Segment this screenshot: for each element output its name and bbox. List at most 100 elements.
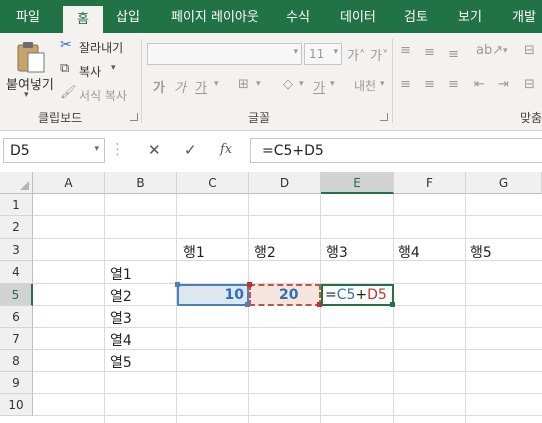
gridline xyxy=(33,238,542,239)
phonetic-icon[interactable]: 내천 xyxy=(354,77,376,94)
format-painter-label: 서식 복사 xyxy=(79,89,127,103)
row-header-4[interactable]: 4 xyxy=(0,261,33,284)
tab-developer[interactable]: 개발 xyxy=(512,0,536,33)
alignment-group-label: 맞춤 xyxy=(520,111,542,125)
row-header-9[interactable]: 9 xyxy=(0,372,33,394)
align-middle-icon[interactable]: ≡ xyxy=(424,45,435,60)
cell-d5: 20 xyxy=(279,287,299,303)
paste-button[interactable]: 붙여넣기 ▾ xyxy=(4,39,56,103)
fill-handle[interactable] xyxy=(390,302,395,307)
tab-view[interactable]: 보기 xyxy=(458,0,482,33)
formula-plus: + xyxy=(355,287,368,303)
tab-data[interactable]: 데이터 xyxy=(340,0,376,33)
row-header-6[interactable]: 6 xyxy=(0,306,33,328)
align-bottom-icon[interactable]: ≡ xyxy=(448,47,459,62)
increase-indent-icon[interactable]: ⇥ xyxy=(498,77,509,92)
brush-icon: 🖌 xyxy=(60,85,77,100)
column-header-f[interactable]: F xyxy=(394,172,466,194)
border-icon[interactable]: ⊞ xyxy=(238,77,249,92)
column-header-g[interactable]: G xyxy=(466,172,542,194)
cell-b5[interactable]: 열2 xyxy=(110,286,132,306)
insert-function-icon[interactable]: fx xyxy=(220,142,232,157)
ribbon-home: 붙여넣기 ▾ ✂ 잘라내기 ⧉ 복사 ▾ 🖌 서식 복사 클립보드 ▾ 11 ▾… xyxy=(0,33,542,131)
column-header-e[interactable]: E xyxy=(321,172,394,194)
tab-formulas[interactable]: 수식 xyxy=(286,0,310,33)
increase-font-icon[interactable]: 가˄ xyxy=(347,45,365,64)
tab-file[interactable]: 파일 xyxy=(16,0,40,33)
chevron-down-icon: ▾ xyxy=(330,79,335,89)
enter-icon[interactable]: ✓ xyxy=(184,141,197,159)
cell-f3[interactable]: 행4 xyxy=(398,242,420,262)
row-header-2[interactable]: 2 xyxy=(0,216,33,239)
fill-color-icon[interactable]: ◇ xyxy=(283,77,293,92)
row-header-5[interactable]: 5 xyxy=(0,284,33,306)
cell-d3[interactable]: 행2 xyxy=(254,242,276,262)
tab-insert[interactable]: 삽입 xyxy=(116,0,140,33)
worksheet-grid[interactable]: A B C D E F G 1 2 3 4 5 6 7 8 9 10 행1 행2… xyxy=(0,172,542,423)
cell-b4[interactable]: 열1 xyxy=(110,264,132,284)
name-box[interactable]: D5 ▾ xyxy=(3,138,105,163)
edit-cell-content[interactable]: =C5+D5 xyxy=(325,287,387,303)
row-header-3[interactable]: 3 xyxy=(0,239,33,261)
merge-icon[interactable]: ⊟ xyxy=(524,77,535,92)
cut-button[interactable]: ✂ 잘라내기 xyxy=(60,37,140,57)
resize-handle[interactable] xyxy=(247,282,252,287)
bold-icon[interactable]: 가 xyxy=(153,77,165,96)
decrease-font-icon[interactable]: 가˅ xyxy=(370,45,388,64)
row-header-10[interactable]: 10 xyxy=(0,394,33,416)
cell-b7[interactable]: 열4 xyxy=(110,330,132,350)
font-color-icon[interactable]: 가 xyxy=(313,77,325,96)
italic-icon[interactable]: 가 xyxy=(174,77,186,96)
copy-icon: ⧉ xyxy=(60,61,70,76)
chevron-down-icon: ▾ xyxy=(293,47,298,57)
tab-home[interactable]: 홈 xyxy=(63,6,103,33)
format-painter-button[interactable]: 🖌 서식 복사 xyxy=(60,85,140,105)
column-header-b[interactable]: B xyxy=(105,172,177,194)
orientation-icon[interactable]: ab↗ xyxy=(476,43,503,58)
gridline xyxy=(33,415,542,416)
font-launcher-icon[interactable] xyxy=(380,113,388,121)
gridline xyxy=(465,194,466,423)
wrap-text-icon[interactable]: ⊟ xyxy=(524,43,535,58)
column-header-a[interactable]: A xyxy=(33,172,105,194)
decrease-indent-icon[interactable]: ⇤ xyxy=(474,77,485,92)
cancel-icon[interactable]: ✕ xyxy=(148,141,161,159)
copy-button[interactable]: ⧉ 복사 ▾ xyxy=(60,61,140,81)
clipboard-launcher-icon[interactable] xyxy=(130,113,138,121)
reference-range-c5[interactable]: 10 xyxy=(177,284,249,306)
cell-b8[interactable]: 열5 xyxy=(110,352,132,372)
tab-review[interactable]: 검토 xyxy=(404,0,428,33)
resize-handle[interactable] xyxy=(175,282,180,287)
underline-icon[interactable]: 가 xyxy=(195,77,207,96)
row-header-1[interactable]: 1 xyxy=(0,194,33,216)
row-header-7[interactable]: 7 xyxy=(0,328,33,350)
cell-g3[interactable]: 행5 xyxy=(470,242,492,262)
font-group-label: 글꼴 xyxy=(248,111,271,125)
cell-c3[interactable]: 행1 xyxy=(183,242,205,262)
row-header-8[interactable]: 8 xyxy=(0,350,33,372)
font-size-value: 11 xyxy=(309,47,325,61)
align-center-icon[interactable]: ≡ xyxy=(424,77,435,92)
align-right-icon[interactable]: ≡ xyxy=(448,77,459,92)
gridline xyxy=(33,393,542,394)
reference-range-d5[interactable]: 20 xyxy=(249,284,321,306)
formula-input[interactable]: =C5+D5 xyxy=(250,138,542,163)
column-header-d[interactable]: D xyxy=(249,172,321,194)
chevron-down-icon: ▾ xyxy=(503,46,508,56)
cell-e3[interactable]: 행3 xyxy=(326,242,348,262)
font-size-select[interactable]: 11 ▾ xyxy=(304,43,342,65)
paste-label: 붙여넣기 xyxy=(6,78,54,93)
align-left-icon[interactable]: ≡ xyxy=(400,77,411,92)
chevron-down-icon: ▾ xyxy=(24,90,29,100)
chevron-down-icon: ▾ xyxy=(380,79,385,89)
tab-page-layout[interactable]: 페이지 레이아웃 xyxy=(171,0,259,33)
cell-b6[interactable]: 열3 xyxy=(110,308,132,328)
excel-window: 파일 홈 삽입 페이지 레이아웃 수식 데이터 검토 보기 개발 붙여넣기 ▾ … xyxy=(0,0,542,423)
chevron-down-icon: ▾ xyxy=(111,63,116,73)
column-header-c[interactable]: C xyxy=(177,172,249,194)
active-cell-e5[interactable]: =C5+D5 xyxy=(321,284,394,306)
font-name-select[interactable]: ▾ xyxy=(147,43,302,65)
formula-buttons: ⋮ ✕ ✓ fx xyxy=(110,138,245,163)
align-top-icon[interactable]: ≡ xyxy=(400,43,411,58)
select-all-button[interactable] xyxy=(0,172,33,194)
